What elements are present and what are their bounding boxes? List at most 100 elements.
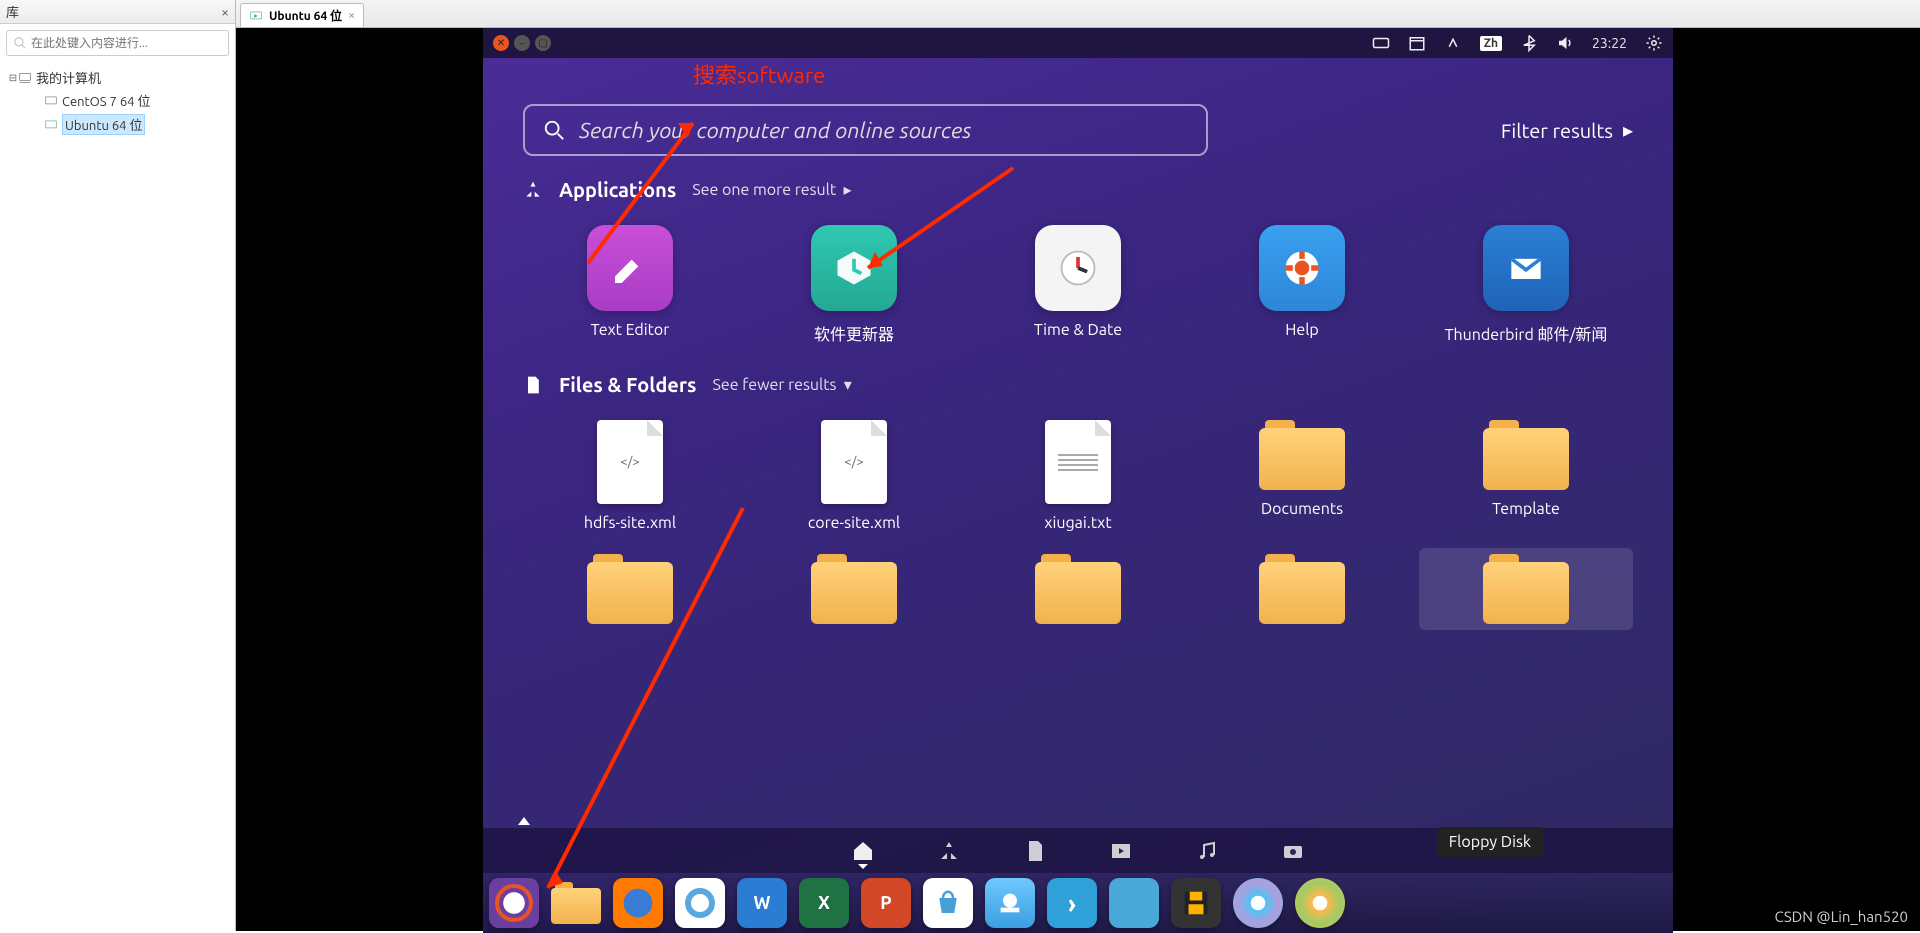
text-file-icon [1045, 420, 1111, 504]
close-icon[interactable]: × [348, 9, 355, 22]
lens-video-icon[interactable] [1108, 838, 1134, 864]
app-software-updater[interactable]: 软件更新器 [747, 219, 961, 351]
dock-firefox[interactable] [613, 878, 663, 928]
folder-documents[interactable]: Documents [1195, 414, 1409, 538]
file-hdfs-site[interactable]: </> hdfs-site.xml [523, 414, 737, 538]
files-grid: </> hdfs-site.xml </> core-site.xml xiug… [523, 414, 1633, 630]
dock-indicator [518, 817, 530, 825]
lens-home-icon[interactable] [850, 838, 876, 864]
app-text-editor[interactable]: Text Editor [523, 219, 737, 351]
tree-vm-ubuntu[interactable]: Ubuntu 64 位 [8, 112, 227, 137]
dock-software-center[interactable] [923, 878, 973, 928]
file-xiugai[interactable]: xiugai.txt [971, 414, 1185, 538]
files-header: Files & Folders See fewer results ▾ [523, 373, 1633, 396]
lens-photos-icon[interactable] [1280, 838, 1306, 864]
folder-item[interactable] [1195, 548, 1409, 630]
dock-powerpoint[interactable]: P [861, 878, 911, 928]
vm-running-icon [249, 9, 263, 23]
filter-results-button[interactable]: Filter results ▸ [1501, 118, 1633, 142]
volume-icon[interactable] [1556, 34, 1574, 52]
watermark: CSDN @Lin_han520 [1774, 908, 1908, 925]
dock-devtools[interactable]: › [1047, 878, 1097, 928]
dash-search-input[interactable] [579, 118, 1188, 143]
vm-tab-ubuntu[interactable]: Ubuntu 64 位 × [240, 3, 364, 27]
close-icon[interactable]: × [221, 4, 229, 20]
folder-item[interactable] [523, 548, 737, 630]
window-maximize-button[interactable]: ▢ [535, 35, 551, 51]
see-more-link[interactable]: See one more result ▸ [692, 180, 851, 199]
file-core-site[interactable]: </> core-site.xml [747, 414, 961, 538]
app-help[interactable]: Help [1195, 219, 1409, 351]
library-search-input[interactable] [31, 37, 222, 50]
library-title: 库 [6, 2, 19, 21]
folder-icon [811, 554, 897, 624]
lens-files-icon[interactable] [1022, 838, 1048, 864]
app-time-date[interactable]: Time & Date [971, 219, 1185, 351]
file-icon [523, 375, 543, 395]
dock-excel[interactable]: X [799, 878, 849, 928]
tree-vm-label: CentOS 7 64 位 [62, 91, 151, 110]
collapse-icon[interactable]: ⊟ [8, 72, 18, 84]
lens-music-icon[interactable] [1194, 838, 1220, 864]
chevron-right-icon: ▸ [1623, 118, 1633, 142]
vm-viewport: ✕ – ▢ Zh 23:22 搜索software [236, 28, 1920, 931]
ime-indicator[interactable]: Zh [1480, 36, 1502, 51]
dock-app-blue[interactable] [985, 878, 1035, 928]
window-close-button[interactable]: ✕ [493, 35, 509, 51]
ubuntu-panel: ✕ – ▢ Zh 23:22 [483, 28, 1673, 58]
tree-root[interactable]: ⊟ 我的计算机 [8, 66, 227, 89]
folder-item-selected[interactable] [1419, 548, 1633, 630]
folder-icon [1483, 554, 1569, 624]
annotation-text: 搜索software [693, 58, 825, 90]
folder-icon [587, 554, 673, 624]
keyboard-icon[interactable] [1372, 34, 1390, 52]
window-minimize-button[interactable]: – [514, 35, 530, 51]
folder-item[interactable] [971, 548, 1185, 630]
unity-dock: W X P › [483, 873, 1673, 933]
applications-grid: Text Editor 软件更新器 Time & Date Help [523, 219, 1633, 351]
folder-item[interactable] [747, 548, 961, 630]
unity-dash: 搜索software Filter results ▸ Applications [483, 58, 1673, 828]
vmware-library-panel: 库 × ⊟ 我的计算机 CentOS 7 64 位 Ubuntu 64 位 [0, 0, 236, 931]
search-icon [13, 36, 27, 50]
tree-vm-label: Ubuntu 64 位 [62, 114, 145, 135]
dock-floppy[interactable] [1171, 878, 1221, 928]
search-icon [543, 119, 565, 141]
app-thunderbird[interactable]: Thunderbird 邮件/新闻 [1419, 219, 1633, 351]
folder-icon [1259, 554, 1345, 624]
clock[interactable]: 23:22 [1592, 35, 1627, 51]
folder-icon [1483, 420, 1569, 490]
dock-grid[interactable] [1109, 878, 1159, 928]
apps-icon [523, 180, 543, 200]
calendar-icon[interactable] [1408, 34, 1426, 52]
tree-vm-centos[interactable]: CentOS 7 64 位 [8, 89, 227, 112]
lens-apps-icon[interactable] [936, 838, 962, 864]
gear-icon[interactable] [1645, 34, 1663, 52]
dock-files[interactable] [551, 878, 601, 928]
folder-template[interactable]: Template [1419, 414, 1633, 538]
ubuntu-desktop[interactable]: ✕ – ▢ Zh 23:22 搜索software [483, 28, 1673, 933]
applications-header: Applications See one more result ▸ [523, 178, 1633, 201]
computer-icon [18, 71, 32, 85]
library-search[interactable] [6, 30, 229, 56]
dash-search-box[interactable] [523, 104, 1208, 156]
folder-icon [1259, 420, 1345, 490]
library-header: 库 × [0, 0, 235, 24]
dock-cd[interactable] [1233, 878, 1283, 928]
network-icon[interactable] [1444, 34, 1462, 52]
vm-tree: ⊟ 我的计算机 CentOS 7 64 位 Ubuntu 64 位 [0, 62, 235, 141]
dock-chromium[interactable] [675, 878, 725, 928]
window-controls: ✕ – ▢ [493, 35, 551, 51]
dock-word[interactable]: W [737, 878, 787, 928]
folder-icon [551, 882, 601, 924]
dock-dash-button[interactable] [489, 878, 539, 928]
vm-tabbar: Ubuntu 64 位 × [236, 0, 1920, 28]
code-file-icon: </> [597, 420, 663, 504]
see-fewer-link[interactable]: See fewer results ▾ [713, 375, 852, 394]
vm-tab-label: Ubuntu 64 位 [269, 7, 342, 24]
bluetooth-icon[interactable] [1520, 34, 1538, 52]
code-file-icon: </> [821, 420, 887, 504]
dock-dvd[interactable] [1295, 878, 1345, 928]
vm-icon [44, 118, 58, 132]
tooltip-floppy: Floppy Disk [1437, 827, 1543, 857]
